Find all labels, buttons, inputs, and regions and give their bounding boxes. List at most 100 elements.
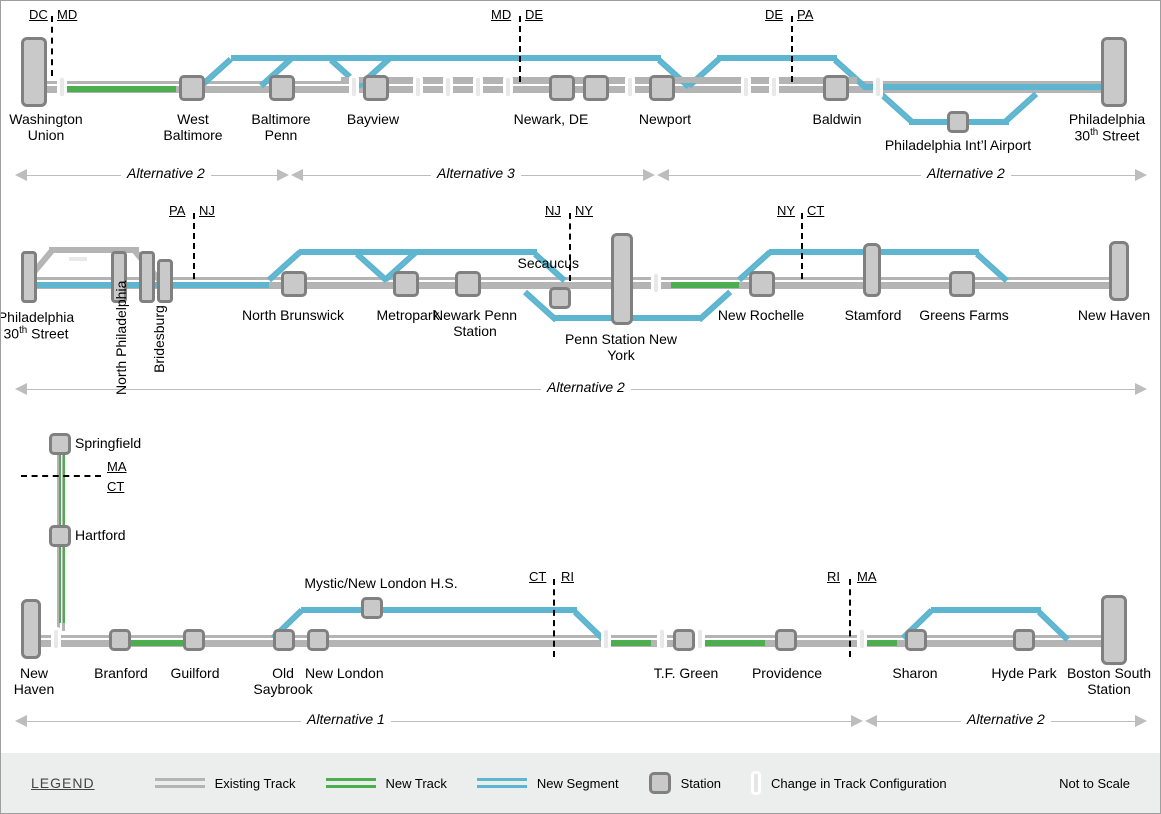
st-w-baltimore — [179, 75, 205, 101]
state-ri-2: RI — [827, 569, 840, 584]
cfg-r3-1 — [601, 627, 611, 651]
text: Baldwin — [812, 111, 861, 127]
row-1: DC MD MD DE DE PA Washington Union West … — [1, 21, 1160, 201]
cfg-r3-0 — [51, 627, 61, 651]
lbl-bayview: Bayview — [333, 111, 413, 127]
seg-blue-top1 — [231, 55, 661, 61]
seg-blue-mid-right — [863, 84, 1120, 90]
st-providence — [775, 629, 797, 651]
text: Bayview — [347, 111, 399, 127]
state-md-2: MD — [491, 7, 511, 22]
state-ny-1: NY — [575, 203, 593, 218]
st-greens — [949, 271, 975, 297]
line — [669, 175, 1135, 176]
text: Boston South Station — [1067, 665, 1151, 697]
cfg-r2-v — [66, 254, 90, 264]
border-de-pa — [791, 16, 793, 82]
lbl-baldwin: Baldwin — [797, 111, 877, 127]
lbl-hydepark: Hyde Park — [979, 665, 1069, 681]
cfg-r1-1 — [57, 75, 67, 99]
altrow-3: Alternative 1 Alternative 2 — [1, 711, 1160, 731]
state-dc: DC — [29, 7, 48, 22]
text: Station — [681, 776, 721, 791]
arrow — [291, 169, 303, 181]
st-bayview — [363, 75, 389, 101]
legend-newsegment: New Segment — [477, 776, 619, 791]
text: Mystic/New London H.S. — [304, 575, 457, 591]
text: Newport — [639, 111, 691, 127]
border-pa-nj — [193, 213, 195, 279]
text: West Baltimore — [163, 111, 222, 143]
legend-title: LEGEND — [31, 775, 95, 791]
st-newhaven-a — [1109, 241, 1129, 301]
state-ny-2: NY — [777, 203, 795, 218]
st-baldwin — [823, 75, 849, 101]
lbl-newport: Newport — [625, 111, 705, 127]
alt2-c: Alternative 2 — [541, 379, 631, 395]
state-nj-2: NJ — [545, 203, 561, 218]
text: New Haven — [14, 665, 54, 697]
swatch-existing — [155, 778, 205, 788]
text: New London — [305, 665, 384, 681]
lbl-sharon: Sharon — [875, 665, 955, 681]
text: New Haven — [1078, 307, 1150, 323]
state-de-1: DE — [525, 7, 543, 22]
border-dc-md — [51, 16, 53, 76]
state-pa-2: PA — [169, 203, 185, 218]
st-newarkpenn — [455, 271, 481, 297]
lbl-phil30-b: Philadelphia30th Street — [0, 309, 81, 342]
text: North Brunswick — [242, 307, 344, 323]
text: Springfield — [75, 435, 141, 451]
swatch-station — [649, 772, 671, 794]
lbl-mystic: Mystic/New London H.S. — [281, 575, 481, 591]
border-ct-ri — [553, 579, 555, 657]
st-newlondon — [307, 629, 329, 651]
state-nj-1: NJ — [199, 203, 215, 218]
swatch-newsegment — [477, 778, 527, 788]
legend: LEGEND Existing Track New Track New Segm… — [1, 753, 1160, 813]
st-branford — [109, 629, 131, 651]
seg-blue-r3-top2 — [931, 607, 1041, 613]
st-brides-2 — [157, 259, 173, 303]
cfg-r1-9 — [769, 75, 779, 99]
text: New Segment — [537, 776, 619, 791]
cfg-r1-3 — [413, 75, 423, 99]
state-pa-1: PA — [797, 7, 813, 22]
altrow-2: Alternative 2 — [1, 379, 1160, 399]
lbl-philair: Philadelphia Int’l Airport — [873, 137, 1043, 153]
lbl-greens: Greens Farms — [909, 307, 1019, 323]
legend-newtrack: New Track — [326, 776, 447, 791]
track-new-dc-wb — [61, 86, 176, 92]
text: New Track — [386, 776, 447, 791]
arrow — [1135, 383, 1147, 395]
row-2: PA NJ NJ NY NY CT Philadelphia30th Stree… — [1, 219, 1160, 419]
arrow — [865, 715, 877, 727]
cfg-r3-3 — [695, 627, 705, 651]
track-green-r2 — [671, 282, 739, 288]
track-green-r3c — [705, 640, 765, 646]
text: Baltimore Penn — [251, 111, 310, 143]
st-secaucus — [549, 287, 571, 309]
text: Penn Station New York — [565, 331, 677, 363]
st-phil30-b — [21, 251, 37, 303]
lbl-newroch: New Rochelle — [701, 307, 821, 323]
lbl-providence: Providence — [737, 665, 837, 681]
lbl-secaucus: Secaucus — [499, 255, 579, 271]
st-guilford — [183, 629, 205, 651]
alt1-a: Alternative 1 — [301, 711, 391, 727]
lbl-newhaven-b: New Haven — [0, 665, 69, 697]
text: Hyde Park — [991, 665, 1056, 681]
st-tfgreen — [673, 629, 695, 651]
lbl-nbruns: North Brunswick — [223, 307, 363, 323]
altrow-1: Alternative 2 Alternative 3 Alternative … — [1, 165, 1160, 185]
seg-blue-air-dl — [879, 92, 914, 125]
st-hartford — [49, 525, 71, 547]
state-de-2: DE — [765, 7, 783, 22]
seg-blue-air-dr — [1003, 92, 1038, 125]
text: Branford — [94, 665, 148, 681]
text: Providence — [752, 665, 822, 681]
lbl-nphil: North Philadelphia — [113, 295, 129, 395]
seg-blue-top2 — [717, 55, 837, 61]
arrow — [851, 715, 863, 727]
track-green-r3b — [611, 640, 651, 646]
